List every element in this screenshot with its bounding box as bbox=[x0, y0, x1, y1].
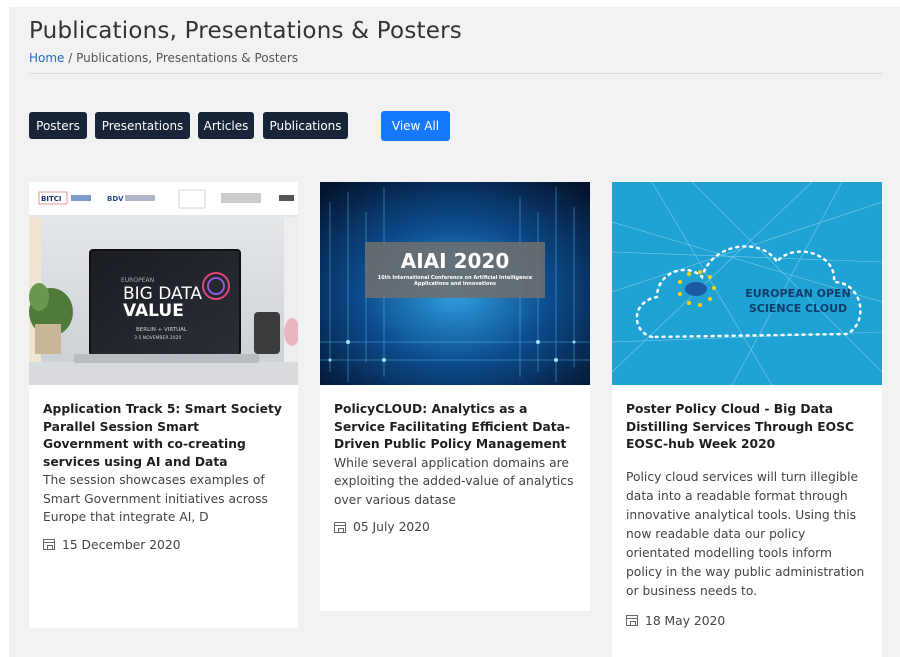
card-2-excerpt: While several application domains are ex… bbox=[334, 455, 574, 507]
publication-card-2[interactable]: AIAI 2020 16th International Conference … bbox=[320, 182, 590, 611]
eosc-line-1: EUROPEAN OPEN bbox=[745, 287, 851, 300]
card-2-image[interactable]: AIAI 2020 16th International Conference … bbox=[320, 182, 590, 385]
logo-bitci: BITCI bbox=[41, 195, 61, 203]
card-2-title[interactable]: PolicyCLOUD: Analytics as a Service Faci… bbox=[334, 401, 576, 454]
card-3-date: 18 May 2020 bbox=[626, 614, 868, 628]
publication-card-3[interactable]: EUROPEAN OPEN SCIENCE CLOUD Poster Polic… bbox=[612, 182, 882, 657]
breadcrumb-current: Publications, Presentations & Posters bbox=[76, 51, 299, 65]
card-1-date-text: 15 December 2020 bbox=[62, 537, 181, 552]
card-1-title[interactable]: Application Track 5: Smart Society Paral… bbox=[43, 401, 284, 471]
publication-card-1[interactable]: BITCI BDV EUROPEAN BIG DATA VALUE BERLIN… bbox=[29, 182, 298, 628]
card-3-excerpt: Policy cloud services will turn illegibl… bbox=[626, 469, 865, 598]
svg-text:EUROPEAN: EUROPEAN bbox=[121, 277, 154, 284]
eosc-line-2: SCIENCE CLOUD bbox=[749, 302, 847, 315]
breadcrumb-separator: / bbox=[64, 51, 77, 65]
card-1-excerpt: The session showcases examples of Smart … bbox=[43, 473, 268, 524]
laptop-screen-dates: 3-5 NOVEMBER 2020 bbox=[134, 335, 181, 341]
card-2-date: 05 July 2020 bbox=[334, 520, 576, 534]
eosc-cloud-image: EUROPEAN OPEN SCIENCE CLOUD bbox=[612, 182, 882, 385]
calendar-icon bbox=[43, 539, 55, 550]
filter-articles-button[interactable]: Articles bbox=[198, 112, 254, 139]
page-title: Publications, Presentations & Posters bbox=[29, 18, 462, 44]
header-divider bbox=[29, 73, 882, 74]
card-2-date-text: 05 July 2020 bbox=[353, 520, 430, 534]
logo-bdv: BDV bbox=[107, 195, 124, 203]
aiai-subline: 16th International Conference on Artific… bbox=[377, 275, 533, 287]
laptop-screen-value: VALUE bbox=[123, 301, 184, 321]
view-all-button[interactable]: View All bbox=[381, 111, 450, 141]
page-background: Publications, Presentations & Posters Ho… bbox=[9, 7, 900, 657]
calendar-icon bbox=[626, 615, 638, 626]
big-data-value-laptop-image: BITCI BDV EUROPEAN BIG DATA VALUE BERLIN… bbox=[29, 182, 298, 385]
filter-publications-button[interactable]: Publications bbox=[263, 112, 348, 139]
card-3-title[interactable]: Poster Policy Cloud - Big Data Distillin… bbox=[626, 401, 868, 454]
card-1-image[interactable]: BITCI BDV EUROPEAN BIG DATA VALUE BERLIN… bbox=[29, 182, 298, 385]
card-3-date-text: 18 May 2020 bbox=[645, 613, 726, 628]
card-3-image[interactable]: EUROPEAN OPEN SCIENCE CLOUD bbox=[612, 182, 882, 385]
laptop-screen-location: BERLIN + VIRTUAL bbox=[136, 327, 188, 333]
breadcrumb: Home / Publications, Presentations & Pos… bbox=[29, 51, 298, 65]
aiai-headline: AIAI 2020 bbox=[401, 249, 509, 273]
breadcrumb-home-link[interactable]: Home bbox=[29, 51, 64, 65]
card-1-date: 15 December 2020 bbox=[43, 538, 284, 552]
calendar-icon bbox=[334, 521, 346, 533]
filter-presentations-button[interactable]: Presentations bbox=[95, 112, 190, 139]
aiai-2020-image: AIAI 2020 16th International Conference … bbox=[320, 182, 590, 385]
filter-posters-button[interactable]: Posters bbox=[29, 112, 87, 139]
